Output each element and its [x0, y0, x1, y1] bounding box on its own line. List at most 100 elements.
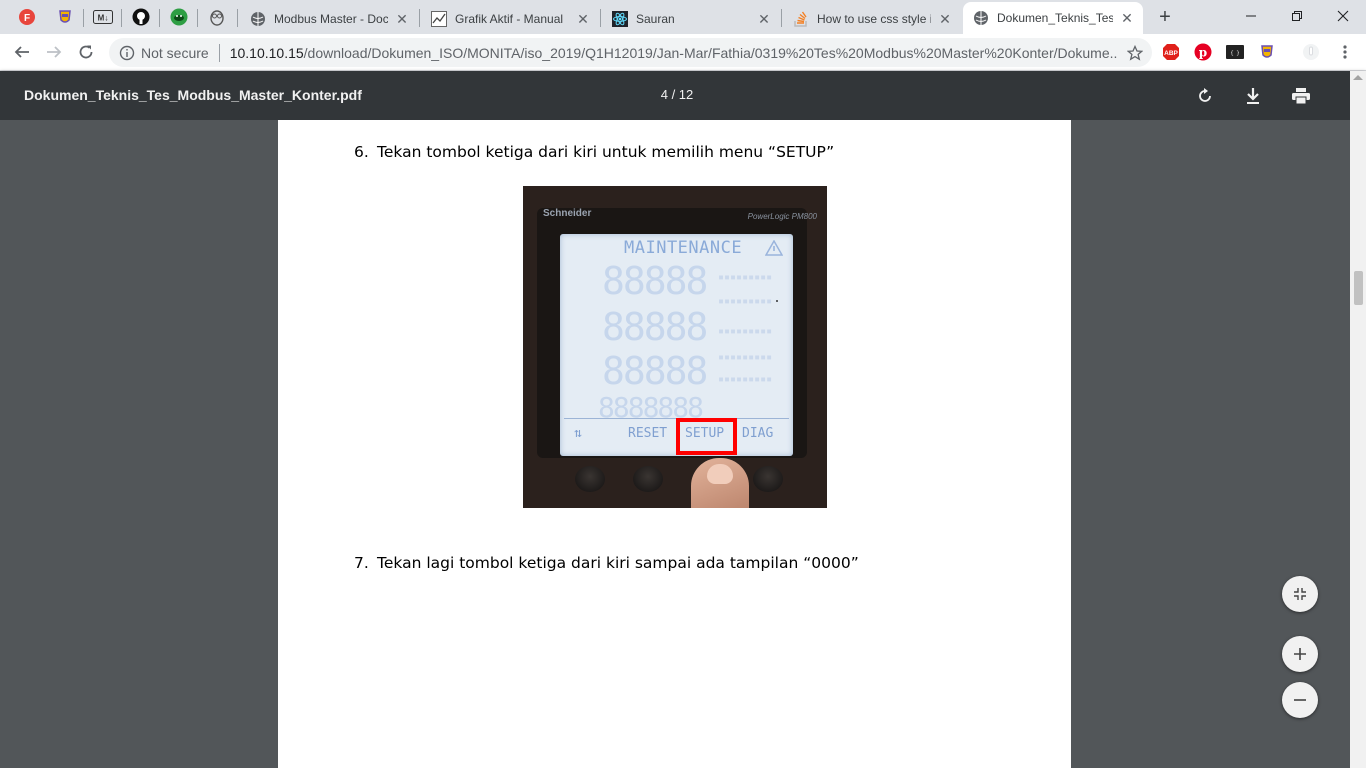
adblock-icon[interactable]: ABP: [1161, 42, 1181, 62]
zoom-out-icon: [1294, 699, 1306, 701]
restore-icon: [1292, 11, 1302, 21]
reload-icon: [79, 45, 93, 59]
restore-button[interactable]: [1274, 0, 1320, 32]
tab-title: Dokumen_Teknis_Tes_: [997, 11, 1113, 25]
lcd-menu-item: DIAG: [742, 426, 774, 441]
close-window-button[interactable]: [1320, 0, 1366, 32]
fit-icon: [1294, 588, 1306, 600]
tab-css-style[interactable]: How to use css style in ✕: [783, 4, 961, 34]
device-button: [575, 466, 605, 492]
new-tab-button[interactable]: +: [1152, 5, 1178, 29]
device-button: [633, 466, 663, 492]
separator: [218, 43, 220, 62]
browser-toolbar: Not secure 10.10.10.15/download/Dokumen_…: [0, 34, 1366, 71]
chart-icon: [431, 11, 447, 27]
close-icon[interactable]: ✕: [756, 11, 772, 27]
close-icon[interactable]: ✕: [937, 11, 953, 27]
device-button: [753, 466, 783, 492]
step-text: Tekan tombol ketiga dari kiri untuk memi…: [377, 143, 835, 161]
zoom-out-button[interactable]: [1282, 682, 1318, 718]
globe-icon: [250, 11, 266, 27]
pinned-tab-markdown[interactable]: M↓: [85, 5, 121, 29]
setup-highlight-box: [676, 418, 737, 455]
rotate-icon: [1199, 88, 1211, 102]
react-icon: [612, 11, 628, 27]
download-button[interactable]: [1240, 83, 1266, 109]
svg-text:{ }: { }: [1230, 51, 1239, 57]
reload-button[interactable]: [72, 38, 100, 66]
tab-title: Grafik Aktif - Manual: [455, 12, 564, 26]
profile-icon[interactable]: [1301, 42, 1321, 62]
download-icon: [1247, 88, 1259, 104]
extension-icon: [59, 10, 71, 23]
step-item: 7. Tekan lagi tombol ketiga dari kiri sam…: [354, 554, 859, 572]
markdown-icon: M↓: [93, 10, 113, 24]
tab-strip: F M↓ Modbus Master - Doc ✕ Grafik Aktif …: [0, 0, 1366, 34]
device-photo: Schneider PowerLogic PM800 MAINTENANCE 8…: [523, 186, 827, 508]
url-text[interactable]: 10.10.10.15/download/Dokumen_ISO/MONITA/…: [230, 45, 1118, 61]
globe-icon: [973, 10, 989, 26]
bookmark-star-icon[interactable]: [1126, 44, 1144, 62]
tab-dokumen-teknis[interactable]: Dokumen_Teknis_Tes_ ✕: [963, 2, 1143, 34]
tab-modbus-master[interactable]: Modbus Master - Doc ✕: [240, 4, 418, 34]
url-host: 10.10.10.15: [229, 44, 304, 61]
stackoverflow-icon: [793, 11, 809, 27]
close-icon[interactable]: ✕: [575, 11, 591, 27]
lcd-segments: ▪▪▪▪▪▪▪▪▪: [718, 374, 773, 385]
info-icon[interactable]: [119, 45, 135, 61]
profile-icon: F: [19, 9, 35, 25]
pinned-tab-owl[interactable]: [199, 5, 235, 29]
pinterest-icon[interactable]: p: [1193, 42, 1213, 62]
svg-text:p: p: [1199, 46, 1207, 60]
lcd-digits: 88888: [602, 259, 708, 303]
close-icon[interactable]: ✕: [1119, 10, 1135, 26]
pinned-tab-extension[interactable]: [47, 5, 83, 29]
pinned-tab-github[interactable]: [123, 5, 159, 29]
fit-page-button[interactable]: [1282, 576, 1318, 612]
tab-grafik-aktif[interactable]: Grafik Aktif - Manual ✕: [421, 4, 599, 34]
tab-title: How to use css style in: [817, 12, 931, 26]
menu-icon[interactable]: [1335, 42, 1355, 62]
lcd-digits: 88888: [602, 305, 708, 349]
print-icon: [1292, 88, 1310, 104]
pdf-file-name: Dokumen_Teknis_Tes_Modbus_Master_Konter.…: [24, 87, 362, 103]
pinned-tab-profile[interactable]: F: [9, 5, 45, 29]
print-button[interactable]: [1288, 83, 1314, 109]
tab-title: Modbus Master - Doc: [274, 12, 388, 26]
back-button[interactable]: [8, 38, 36, 66]
close-icon: [1337, 10, 1349, 22]
pdf-toolbar: Dokumen_Teknis_Tes_Modbus_Master_Konter.…: [0, 71, 1366, 120]
lcd-segments: ▪▪▪▪▪▪▪▪▪: [718, 296, 773, 307]
zoom-in-button[interactable]: [1282, 636, 1318, 672]
svg-text:ABP: ABP: [1164, 50, 1178, 57]
address-bar[interactable]: Not secure 10.10.10.15/download/Dokumen_…: [109, 38, 1152, 67]
lcd-menu-item: RESET: [628, 426, 668, 441]
scrollbar-thumb[interactable]: [1354, 271, 1363, 305]
minimize-button[interactable]: [1228, 0, 1274, 32]
page-indicator[interactable]: 4 / 12: [640, 87, 714, 102]
pinned-tab-cloud[interactable]: [161, 5, 197, 29]
scroll-up-arrow-icon[interactable]: [1353, 75, 1363, 80]
vertical-scrollbar[interactable]: [1350, 71, 1366, 768]
fingernail: [707, 464, 733, 484]
device-model: PowerLogic PM800: [747, 212, 817, 221]
zoom-in-icon: [1294, 648, 1306, 660]
rotate-button[interactable]: [1192, 83, 1218, 109]
step-text: Tekan lagi tombol ketiga dari kiri sampa…: [377, 554, 859, 572]
device-brand: Schneider: [543, 208, 592, 219]
step-item: 6. Tekan tombol ketiga dari kiri untuk me…: [354, 143, 834, 161]
pdf-viewer: 6. Tekan tombol ketiga dari kiri untuk me…: [0, 120, 1350, 768]
forward-button[interactable]: [40, 38, 68, 66]
extension-icon[interactable]: [1257, 42, 1277, 62]
close-icon[interactable]: ✕: [394, 11, 410, 27]
svg-text:M↓: M↓: [98, 14, 109, 23]
tab-sauran[interactable]: Sauran ✕: [602, 4, 780, 34]
security-label[interactable]: Not secure: [141, 45, 209, 61]
json-icon[interactable]: { }: [1225, 42, 1245, 62]
step-number: 7.: [354, 554, 369, 572]
cloud-icon: [170, 8, 188, 26]
tab-title: Sauran: [636, 12, 675, 26]
pdf-page: 6. Tekan tombol ketiga dari kiri untuk me…: [278, 120, 1071, 768]
svg-text:F: F: [24, 13, 30, 24]
github-icon: [132, 8, 150, 26]
